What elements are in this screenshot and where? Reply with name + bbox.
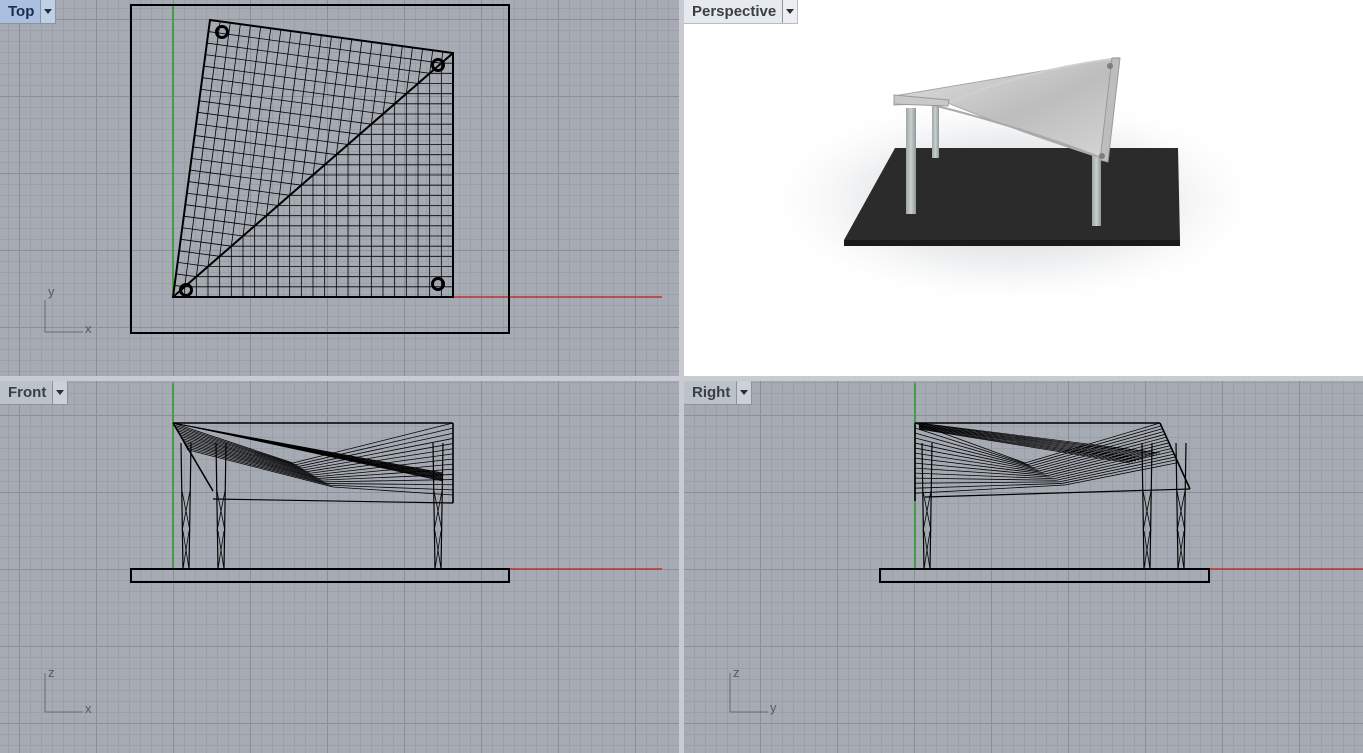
axis-widget: z y (729, 665, 777, 715)
chevron-down-icon[interactable] (40, 0, 56, 23)
axis-label-h: y (770, 700, 777, 715)
axis-label-h: x (85, 701, 92, 716)
base-plate-outline (130, 568, 510, 583)
perspective-viewport[interactable]: Perspective (684, 0, 1363, 376)
axis-label-h: x (85, 321, 92, 336)
right-view-geometry: z y (729, 383, 1363, 715)
column-marker (431, 277, 445, 291)
canopy-wireframe (174, 21, 453, 297)
column (906, 108, 916, 214)
viewport-tab-front[interactable]: Front (0, 381, 69, 405)
canopy-wireframe (172, 422, 454, 570)
column-marker (215, 25, 229, 39)
base-plate (844, 148, 1180, 240)
column (1092, 150, 1101, 226)
axis-widget: z x (44, 665, 92, 716)
viewport-title: Perspective (692, 3, 777, 20)
viewport-tab-perspective[interactable]: Perspective (684, 0, 799, 24)
top-view-geometry: y x (44, 4, 662, 336)
front-viewport[interactable]: z x Front (0, 381, 679, 753)
chevron-down-icon[interactable] (736, 381, 752, 404)
column (932, 104, 939, 158)
viewport-title: Top (8, 3, 35, 20)
canopy-wireframe (914, 422, 1191, 570)
right-viewport[interactable]: z y Right (684, 381, 1363, 753)
axis-label-v: z (733, 665, 740, 680)
base-plate-outline (879, 568, 1210, 583)
axis-label-v: z (48, 665, 55, 680)
viewport-title: Right (692, 384, 731, 401)
viewport-tab-right[interactable]: Right (684, 381, 753, 405)
chevron-down-icon[interactable] (52, 381, 68, 404)
front-view-geometry: z x (44, 383, 662, 716)
viewport-title: Front (8, 384, 47, 401)
chevron-down-icon[interactable] (782, 0, 798, 23)
perspective-render (754, 57, 1274, 310)
axis-widget: y x (44, 284, 92, 336)
axis-label-v: y (48, 284, 55, 299)
top-viewport[interactable]: y x Top (0, 0, 679, 376)
viewport-tab-top[interactable]: Top (0, 0, 57, 24)
